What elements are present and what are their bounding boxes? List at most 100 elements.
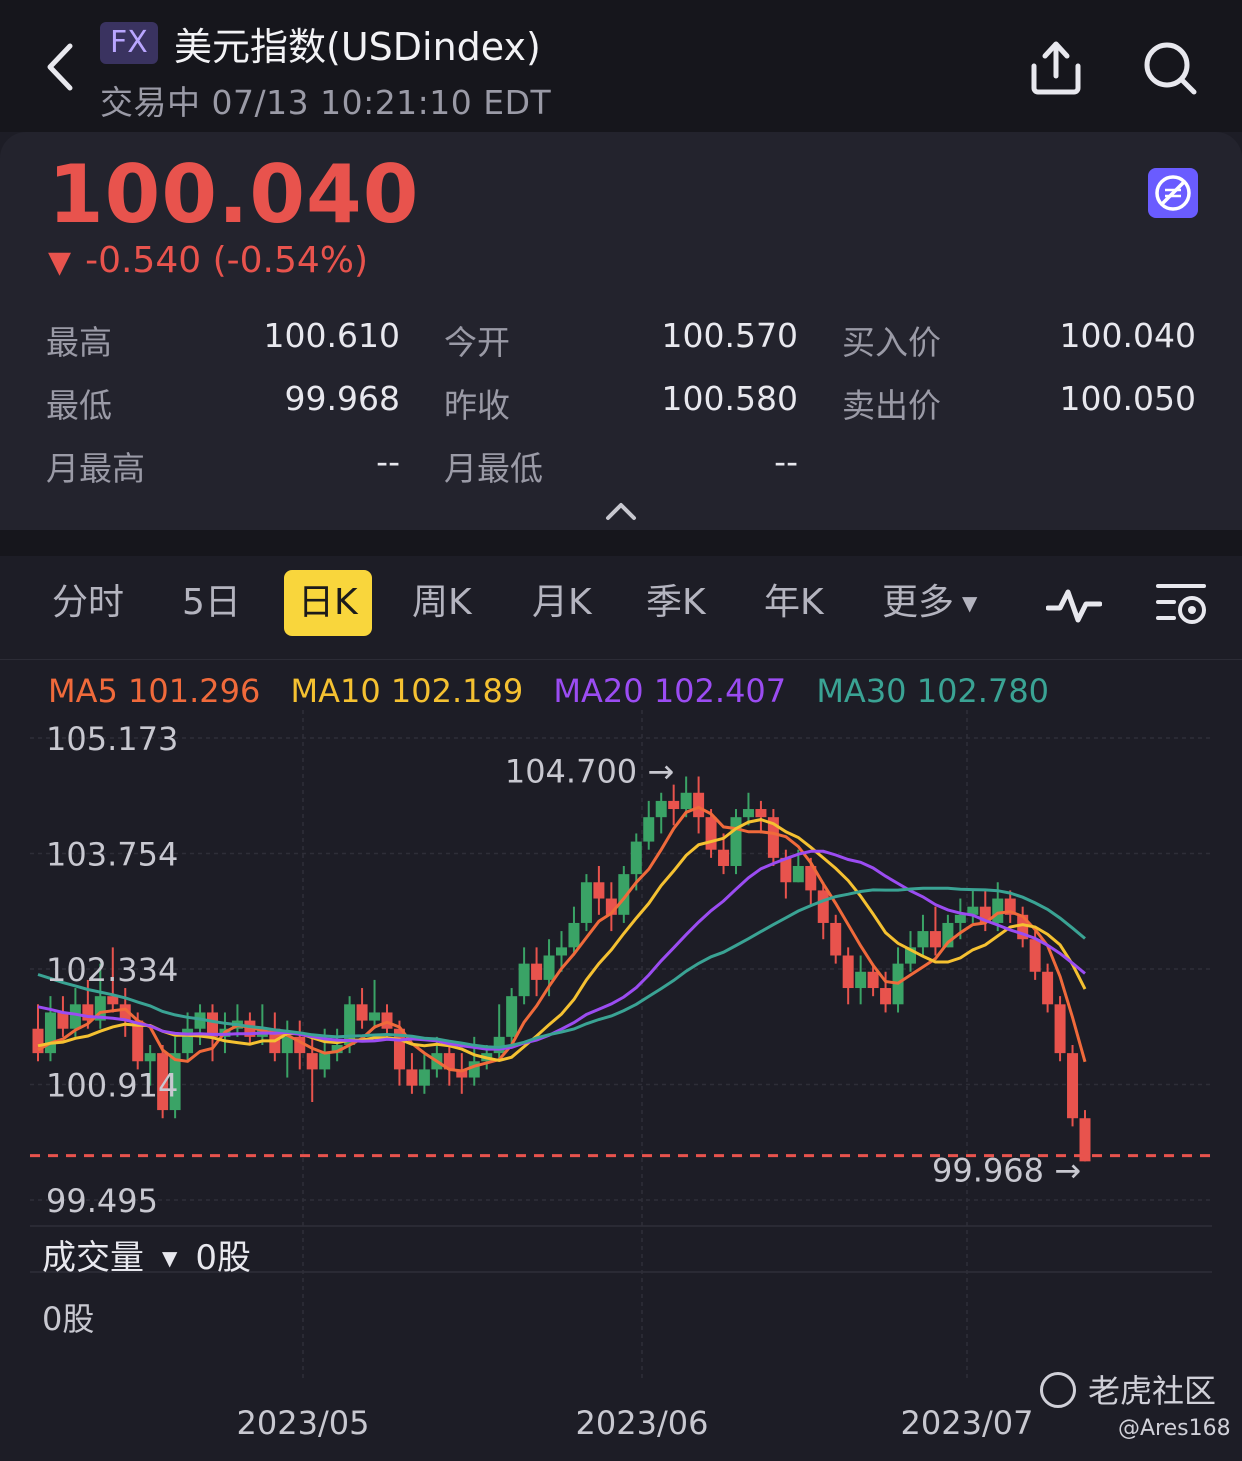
stat-value: 100.040 [1059, 316, 1196, 355]
candle-body [518, 963, 530, 997]
candle-body [69, 1004, 81, 1029]
volume-selector[interactable]: 成交量 ▼ 0股 [42, 1230, 251, 1279]
stat-value: 100.580 [661, 379, 798, 418]
candle-body [1067, 1053, 1079, 1119]
tiger-logo-icon [1040, 1372, 1076, 1408]
tab-more[interactable]: 更多 ▼ [882, 570, 977, 636]
tab-monthly-k[interactable]: 月K [532, 570, 592, 636]
candle-body [543, 955, 555, 980]
tab-daily-k[interactable]: 日K [284, 570, 372, 636]
stats-row: 最低 99.968 昨收 100.580 卖出价 100.050 [46, 373, 1198, 436]
back-icon[interactable] [40, 40, 84, 94]
candle-body [531, 963, 543, 980]
y-tick-label: 105.173 [46, 720, 178, 758]
candle-body [593, 882, 605, 899]
candle-body [668, 800, 680, 810]
y-tick-label: 100.914 [46, 1067, 178, 1105]
x-axis-label: 2023/07 [901, 1404, 1034, 1442]
candle-body [705, 817, 717, 850]
chart-settings-icon[interactable] [1156, 580, 1208, 630]
tab-more-label: 更多 [882, 582, 955, 623]
tab-weekly-k[interactable]: 周K [412, 570, 472, 636]
candle-body [830, 922, 842, 956]
candle-body [281, 1036, 293, 1054]
tab-yearly-k[interactable]: 年K [764, 570, 824, 636]
candle-body [107, 996, 119, 1005]
candle-body [917, 931, 929, 948]
candle-body [1029, 939, 1041, 972]
candle-body [680, 792, 692, 810]
candle-body [730, 817, 742, 866]
candle-body [842, 955, 854, 989]
candle-body [381, 1012, 393, 1029]
no-shorting-icon[interactable] [1148, 168, 1198, 218]
share-icon[interactable] [1028, 38, 1084, 98]
stat-label: 月最低 [444, 449, 543, 488]
candle-body [556, 947, 567, 956]
candle-body [992, 898, 1004, 923]
tab-quarterly-k[interactable]: 季K [646, 570, 706, 636]
candle-body [406, 1069, 418, 1086]
stat-label: 今开 [444, 323, 510, 362]
candle-body [57, 1012, 69, 1029]
x-axis-label: 2023/05 [237, 1404, 370, 1442]
x-axis-label: 2023/06 [576, 1404, 709, 1442]
candle-body [369, 1012, 381, 1021]
high-annotation: 104.700 → [505, 752, 674, 790]
top-bar: FX 美元指数(USDindex) 交易中 07/13 10:21:10 EDT [0, 0, 1242, 132]
last-price: 100.040 [48, 148, 420, 241]
candle-body [954, 914, 966, 923]
candle-body [418, 1069, 430, 1086]
caret-down-icon: ▼ [162, 1246, 178, 1270]
candle-body [44, 1012, 56, 1054]
candle-body [356, 1004, 368, 1021]
page-title: 美元指数(USDindex) [174, 25, 541, 69]
volume-value: 0股 [195, 1238, 252, 1278]
price-change: ▼ -0.540 (-0.54%) [48, 240, 368, 281]
stat-label: 月最高 [46, 449, 145, 488]
caret-down-icon: ▼ [962, 591, 978, 615]
candle-body [506, 996, 518, 1037]
watermark-user: @Ares168 [1118, 1416, 1231, 1441]
chevron-up-icon[interactable] [604, 500, 638, 522]
market-badge: FX [100, 22, 158, 64]
brand-name: 老虎社区 [1088, 1372, 1217, 1410]
stat-label: 买入价 [842, 323, 941, 362]
chart-canvas[interactable]: 105.173 103.754 102.334 100.914 99.495 104.70… [0, 700, 1242, 1461]
stat-label: 卖出价 [842, 386, 941, 425]
y-tick-label: 99.495 [46, 1182, 158, 1220]
candle-body [319, 1053, 331, 1070]
candle-body [792, 865, 804, 883]
candle-body [855, 971, 867, 989]
y-tick-label: 103.754 [46, 835, 178, 873]
candle-body [755, 809, 767, 818]
candle-body [880, 988, 892, 1005]
candle-body [493, 1036, 505, 1054]
candle-body [306, 1053, 318, 1070]
candle-body [718, 849, 730, 866]
y-tick-label: 102.334 [46, 951, 178, 989]
candle-body [630, 841, 642, 875]
trading-status: 交易中 07/13 10:21:10 EDT [100, 83, 552, 122]
stats-row: 月最高 -- 月最低 -- [46, 436, 1198, 499]
tab-5day[interactable]: 5日 [182, 570, 241, 636]
change-value: -0.540 (-0.54%) [85, 240, 369, 281]
watermark-brand: 老虎社区 [1040, 1366, 1216, 1412]
stat-label: 昨收 [444, 386, 510, 425]
tab-intraday[interactable]: 分时 [52, 570, 124, 636]
stats-grid: 最高 100.610 今开 100.570 买入价 100.040 最低 99.… [46, 310, 1198, 499]
volume-axis-label: 0股 [42, 1300, 95, 1338]
section-divider [0, 530, 1242, 556]
stat-label: 最低 [46, 386, 112, 425]
indicator-wave-icon[interactable] [1045, 586, 1103, 626]
candle-body [817, 890, 829, 923]
candle-body [1042, 971, 1054, 1005]
candle-body [693, 792, 705, 818]
stat-value: 99.968 [284, 379, 400, 418]
candle-body [867, 971, 879, 989]
candlestick-chart[interactable]: 105.173 103.754 102.334 100.914 99.495 104.70… [0, 700, 1242, 1461]
candle-body [1054, 1004, 1066, 1054]
stat-value: -- [376, 442, 400, 481]
stat-value: 100.050 [1059, 379, 1196, 418]
search-icon[interactable] [1140, 38, 1200, 98]
